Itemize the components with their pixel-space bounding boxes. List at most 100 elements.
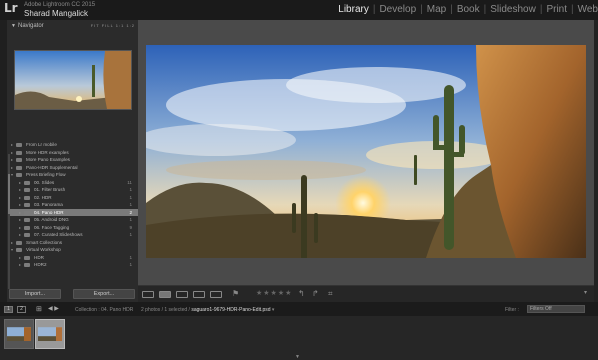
- collection-count: 11: [127, 179, 132, 185]
- collection-label: 07. Curated Slideshows: [34, 232, 83, 237]
- filmstrip-thumbnail-selected[interactable]: [35, 319, 65, 349]
- collection-row[interactable]: ▸ 02. HDR 1: [10, 194, 138, 202]
- disclosure-triangle-icon[interactable]: ▸: [19, 209, 21, 217]
- disclosure-triangle-icon[interactable]: ▸: [19, 179, 21, 187]
- toolbar-menu-icon[interactable]: ▾: [584, 289, 587, 296]
- collection-row[interactable]: ▾ Virtual Workshop: [10, 246, 138, 254]
- disclosure-triangle-icon[interactable]: ▸: [11, 149, 13, 157]
- disclosure-triangle-icon[interactable]: ▸: [19, 216, 21, 224]
- collection-row[interactable]: ▸ 07. Curated Slideshows 1: [10, 231, 138, 239]
- disclosure-triangle-icon[interactable]: ▸: [19, 261, 21, 269]
- disclosure-triangle-icon[interactable]: ▸: [19, 224, 21, 232]
- module-web[interactable]: Web: [578, 4, 598, 15]
- survey-view-icon[interactable]: [193, 291, 205, 298]
- collection-count: 1: [129, 217, 132, 222]
- disclosure-triangle-icon[interactable]: ▸: [11, 239, 13, 247]
- filmstrip-thumbnail[interactable]: [4, 319, 34, 349]
- collection-row[interactable]: ▸ 04. Pano HDR 2: [10, 208, 138, 217]
- collection-label: HDR2: [34, 262, 47, 267]
- collection-row[interactable]: ▾ Press Briefing Flow: [10, 171, 138, 179]
- module-map[interactable]: Map: [427, 4, 446, 15]
- module-print[interactable]: Print: [546, 4, 567, 15]
- disclosure-triangle-icon[interactable]: ▸: [11, 141, 13, 149]
- collapse-triangle-icon[interactable]: ▼: [11, 23, 16, 29]
- collection-row[interactable]: ▸ 03. Panorama 1: [10, 201, 138, 209]
- navigator-title: Navigator: [18, 23, 44, 29]
- collection-icon: [24, 263, 30, 267]
- collection-count: 1: [129, 187, 132, 192]
- collection-label: 00. Slides: [34, 179, 55, 185]
- rotate-left-icon[interactable]: ↰: [298, 289, 305, 298]
- module-separator: |: [450, 4, 453, 15]
- collection-row[interactable]: ▸ HDR 1: [10, 254, 138, 262]
- collection-row[interactable]: ▸ 01. Filter Brush 1: [10, 186, 138, 194]
- grid-icon[interactable]: ⊞: [36, 305, 42, 313]
- zoom-options[interactable]: FIT FILL 1:1 1:2: [91, 23, 135, 28]
- left-edge-collapse[interactable]: [0, 20, 7, 302]
- collection-path[interactable]: Collection : 04. Pano HDR: [75, 307, 133, 313]
- flag-icon[interactable]: ⚑: [232, 289, 239, 298]
- disclosure-triangle-icon[interactable]: ▸: [11, 156, 13, 164]
- collection-row[interactable]: ▸ More Pano Examples: [10, 156, 138, 164]
- main-window-button[interactable]: 1: [4, 306, 13, 313]
- collection-row[interactable]: ▸ Pano-HDR Supplemental: [10, 164, 138, 172]
- disclosure-triangle-icon[interactable]: ▸: [11, 164, 13, 172]
- grid-view-icon[interactable]: [142, 291, 154, 298]
- collection-count: 2: [129, 209, 132, 215]
- collection-row[interactable]: ▸ From Lr mobile: [10, 141, 138, 149]
- module-separator: |: [420, 4, 423, 15]
- user-name: Sharad Mangalick: [24, 9, 89, 18]
- collection-row[interactable]: ▸ 06. Face Tagging 9: [10, 224, 138, 232]
- filename-dropdown-icon[interactable]: ▾: [272, 307, 275, 313]
- collection-row[interactable]: ▸ 00. Slides 11: [10, 179, 138, 187]
- crop-overlay-icon[interactable]: ⌗: [328, 289, 333, 299]
- import-button[interactable]: Import...: [9, 289, 61, 299]
- right-edge-collapse[interactable]: [594, 20, 598, 302]
- loupe-view-icon[interactable]: [159, 291, 171, 298]
- collection-row[interactable]: ▸ 05. Android DNG 1: [10, 216, 138, 224]
- selected-filename[interactable]: saguaro1-9679-HDR-Pano-Edit.psd: [191, 307, 270, 313]
- module-slideshow[interactable]: Slideshow: [490, 4, 536, 15]
- loupe-view[interactable]: [138, 20, 594, 285]
- collection-row[interactable]: ▸ More HDR examples: [10, 149, 138, 157]
- disclosure-triangle-icon[interactable]: ▸: [19, 186, 21, 194]
- main-photo: [146, 45, 586, 258]
- collection-label: From Lr mobile: [26, 142, 57, 147]
- collection-label: 05. Android DNG: [34, 217, 69, 222]
- rotate-right-icon[interactable]: ↱: [312, 289, 319, 298]
- module-library[interactable]: Library: [338, 4, 369, 15]
- collection-label: Press Briefing Flow: [26, 172, 66, 177]
- collection-count: 1: [129, 194, 132, 200]
- navigator-header[interactable]: ▼ Navigator FIT FILL 1:1 1:2: [10, 20, 138, 32]
- module-book[interactable]: Book: [457, 4, 480, 15]
- collection-count: 9: [129, 224, 132, 230]
- disclosure-triangle-icon[interactable]: ▸: [19, 231, 21, 239]
- filter-dropdown[interactable]: Filters Off: [527, 305, 585, 313]
- disclosure-triangle-icon[interactable]: ▸: [19, 201, 21, 209]
- collection-set-icon: [16, 173, 22, 177]
- collection-label: More HDR examples: [26, 149, 69, 155]
- collection-label: More Pano Examples: [26, 157, 70, 162]
- collection-count: 1: [129, 202, 132, 207]
- collection-icon: [24, 210, 30, 215]
- collection-row[interactable]: ▸ Smart Collections: [10, 239, 138, 247]
- secondary-window-button[interactable]: 2: [17, 306, 26, 313]
- collection-icon: [16, 165, 22, 170]
- filter-label: Filter :: [505, 307, 519, 313]
- collection-row[interactable]: ▸ HDR2 1: [10, 261, 138, 269]
- navigator-preview[interactable]: [14, 50, 132, 110]
- collection-label: 01. Filter Brush: [34, 187, 66, 192]
- disclosure-triangle-icon[interactable]: ▾: [11, 171, 13, 179]
- compare-view-icon[interactable]: [176, 291, 188, 298]
- collection-set-icon: [16, 240, 22, 245]
- disclosure-triangle-icon[interactable]: ▸: [19, 254, 21, 262]
- filmstrip-collapse-icon[interactable]: ▼: [295, 354, 300, 360]
- disclosure-triangle-icon[interactable]: ▸: [19, 194, 21, 202]
- export-button[interactable]: Export...: [73, 289, 135, 299]
- disclosure-triangle-icon[interactable]: ▾: [11, 246, 13, 254]
- people-view-icon[interactable]: [210, 291, 222, 298]
- nav-arrows-icon[interactable]: ◀ ▶: [48, 305, 59, 312]
- star-rating[interactable]: ★★★★★: [256, 289, 292, 297]
- collection-label: 04. Pano HDR: [34, 209, 64, 215]
- module-develop[interactable]: Develop: [379, 4, 416, 15]
